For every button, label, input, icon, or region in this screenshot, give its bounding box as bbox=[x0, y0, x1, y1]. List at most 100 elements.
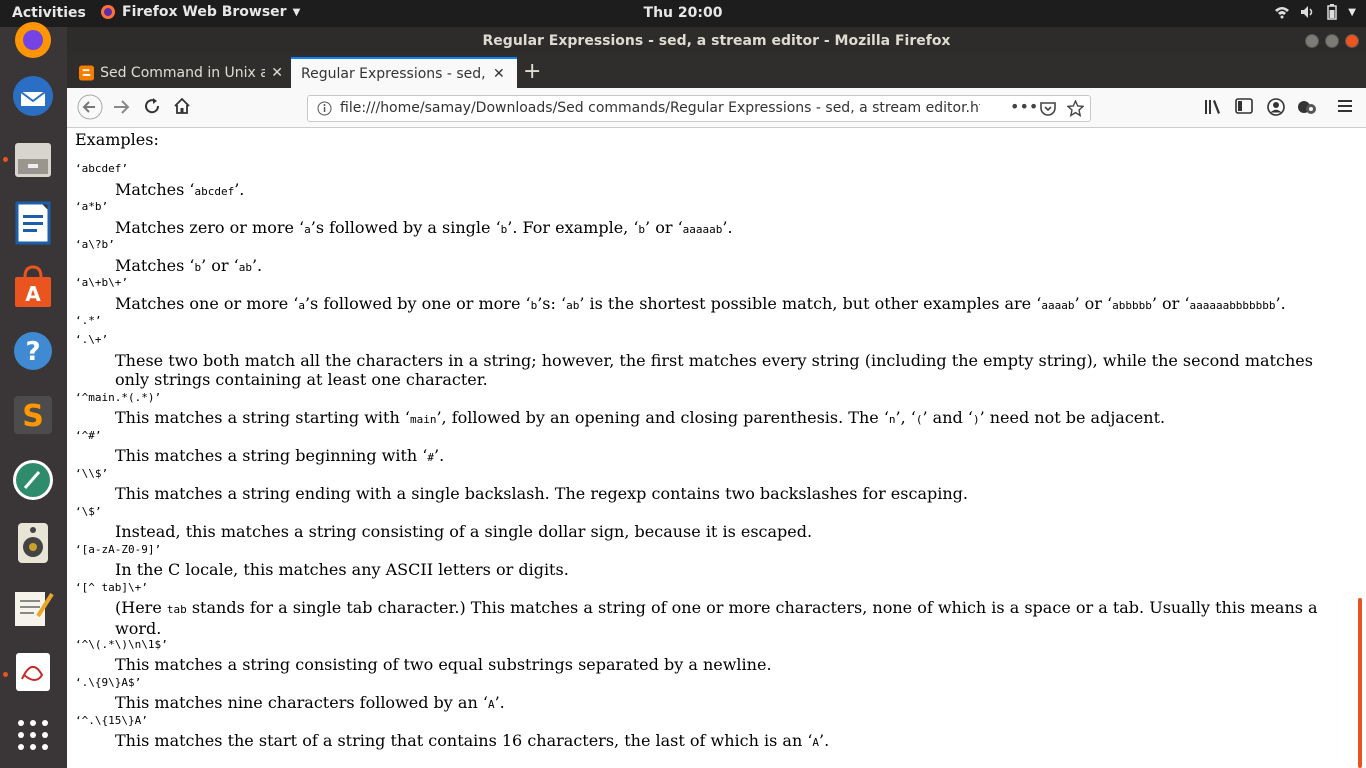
sidebar-button[interactable] bbox=[1235, 98, 1253, 119]
bookmark-star-icon[interactable] bbox=[1067, 100, 1084, 117]
extension-button[interactable] bbox=[1297, 98, 1317, 121]
description-text: ’ or ‘ bbox=[201, 256, 239, 275]
examples-heading: Examples: bbox=[75, 130, 159, 149]
definition-term: ‘.\+’ bbox=[75, 333, 109, 346]
definition-term: ‘a\+b\+’ bbox=[75, 276, 128, 289]
maximize-button[interactable] bbox=[1325, 34, 1339, 48]
inline-code: aaaaab bbox=[682, 223, 723, 236]
menu-button[interactable] bbox=[1337, 98, 1353, 119]
dock-thunderbird[interactable] bbox=[10, 73, 56, 119]
scrollbar[interactable] bbox=[1352, 128, 1366, 768]
new-tab-button[interactable]: + bbox=[523, 59, 541, 84]
definition-term: ‘abcdef’ bbox=[75, 162, 128, 175]
description-text: ’s followed by one or more ‘ bbox=[304, 294, 531, 313]
reload-button[interactable] bbox=[143, 97, 161, 120]
definition-description: Instead, this matches a string consistin… bbox=[115, 522, 1343, 541]
tab-sed-command[interactable]: Sed Command in Unix an ✕ bbox=[71, 57, 291, 88]
description-text: ’ is the shortest possible match, but ot… bbox=[579, 294, 1042, 313]
inline-code: ( bbox=[915, 413, 923, 426]
app-menu[interactable]: Firefox Web Browser ▼ bbox=[100, 4, 300, 20]
library-icon bbox=[1205, 100, 1220, 114]
chevron-down-icon: ▼ bbox=[292, 6, 301, 18]
hamburger-menu-icon bbox=[1338, 100, 1352, 112]
definition-description: This matches nine characters followed by… bbox=[115, 693, 1343, 714]
svg-text:S: S bbox=[22, 399, 44, 434]
inline-code: n bbox=[888, 413, 896, 426]
info-icon[interactable] bbox=[317, 101, 332, 116]
home-button[interactable] bbox=[173, 97, 191, 120]
definition-term: ‘a\?b’ bbox=[75, 238, 115, 251]
dock-sublime[interactable]: S bbox=[10, 392, 56, 438]
url-bar[interactable]: file:///home/samay/Downloads/Sed command… bbox=[307, 95, 1091, 122]
firefox-icon bbox=[15, 22, 51, 58]
definition-description: This matches a string starting with ‘mai… bbox=[115, 408, 1343, 429]
definition-description: This matches the start of a string that … bbox=[115, 731, 1343, 752]
sidebar-icon bbox=[1235, 98, 1253, 114]
notepad-icon bbox=[15, 592, 54, 626]
dock-speaker[interactable] bbox=[10, 520, 56, 566]
window-titlebar[interactable]: Regular Expressions - sed, a stream edit… bbox=[67, 27, 1366, 55]
definition-description: (Here tab stands for a single tab charac… bbox=[115, 598, 1343, 638]
tab-regular-expressions[interactable]: Regular Expressions - sed, a ✕ bbox=[291, 57, 517, 88]
inline-code: ab bbox=[238, 261, 252, 274]
dock-files[interactable] bbox=[10, 137, 56, 183]
definition-term: ‘^main.*(.*)’ bbox=[75, 391, 162, 404]
account-button[interactable] bbox=[1267, 98, 1285, 121]
description-text: In the C locale, this matches any ASCII … bbox=[115, 560, 569, 579]
forward-arrow-icon bbox=[114, 100, 130, 114]
svg-text:A: A bbox=[25, 282, 41, 306]
inline-code: ) bbox=[972, 413, 980, 426]
inline-code: abbbbb bbox=[1112, 299, 1152, 312]
scrollbar-thumb[interactable] bbox=[1358, 598, 1362, 768]
forward-button[interactable] bbox=[111, 96, 131, 123]
clock[interactable]: Thu 20:00 bbox=[644, 5, 723, 21]
dock-cleaner[interactable] bbox=[10, 457, 56, 503]
inline-code: aaaab bbox=[1041, 299, 1075, 312]
description-text: ’. bbox=[722, 218, 733, 237]
dock-text-editor[interactable] bbox=[10, 584, 56, 630]
show-applications-button[interactable] bbox=[10, 712, 56, 758]
minimize-button[interactable] bbox=[1305, 34, 1319, 48]
back-button[interactable] bbox=[77, 94, 103, 125]
definition-term: ‘^\(.*\)\n\1$’ bbox=[75, 638, 168, 651]
svg-text:?: ? bbox=[25, 337, 40, 367]
description-text: ’. bbox=[819, 731, 830, 750]
page-actions-icon[interactable]: ••• bbox=[1010, 97, 1038, 116]
description-text: ’ and ‘ bbox=[922, 408, 973, 427]
close-icon[interactable]: ✕ bbox=[271, 65, 283, 81]
description-text: ’. bbox=[494, 693, 505, 712]
description-text: ’s: ‘ bbox=[537, 294, 567, 313]
app-name: Firefox Web Browser bbox=[122, 4, 287, 20]
url-input[interactable]: file:///home/samay/Downloads/Sed command… bbox=[340, 100, 980, 116]
definition-description: Matches ‘abcdef’. bbox=[115, 180, 1343, 201]
pocket-icon[interactable] bbox=[1040, 101, 1056, 117]
inline-code: abcdef bbox=[194, 185, 235, 198]
inline-code: A bbox=[487, 698, 495, 711]
sublime-text-icon: S bbox=[14, 396, 52, 434]
definition-term: ‘\$’ bbox=[75, 505, 102, 518]
dock-help[interactable]: ? bbox=[10, 328, 56, 374]
description-text: Matches zero or more ‘ bbox=[115, 218, 305, 237]
chevron-down-icon: ▼ bbox=[1348, 6, 1356, 18]
speaker-icon bbox=[18, 523, 48, 563]
close-icon[interactable]: ✕ bbox=[493, 66, 505, 82]
library-button[interactable] bbox=[1204, 98, 1222, 121]
description-text: This matches a string ending with a sing… bbox=[115, 484, 968, 503]
dock-software[interactable]: A bbox=[10, 264, 56, 310]
description-text: ’ or ‘ bbox=[1151, 294, 1190, 313]
definition-term: ‘.*’ bbox=[75, 314, 102, 327]
help-icon: ? bbox=[14, 332, 52, 370]
tab-strip: Sed Command in Unix an ✕ Regular Express… bbox=[67, 55, 1366, 88]
description-text: ’. For example, ‘ bbox=[507, 218, 639, 237]
close-window-button[interactable] bbox=[1345, 34, 1359, 48]
system-tray[interactable]: ▼ bbox=[1274, 4, 1356, 20]
volume-icon bbox=[1301, 6, 1313, 18]
tab-label: Sed Command in Unix an bbox=[100, 64, 266, 81]
dock-firefox[interactable] bbox=[10, 17, 56, 63]
description-text: ’, followed by an opening and closing pa… bbox=[436, 408, 889, 427]
dock-document-viewer[interactable] bbox=[10, 649, 56, 695]
tab-label: Regular Expressions - sed, a bbox=[301, 65, 487, 82]
dock-writer[interactable] bbox=[10, 200, 56, 246]
top-bar: Activities Firefox Web Browser ▼ Thu 20:… bbox=[0, 0, 1366, 27]
firefox-icon bbox=[101, 5, 115, 19]
